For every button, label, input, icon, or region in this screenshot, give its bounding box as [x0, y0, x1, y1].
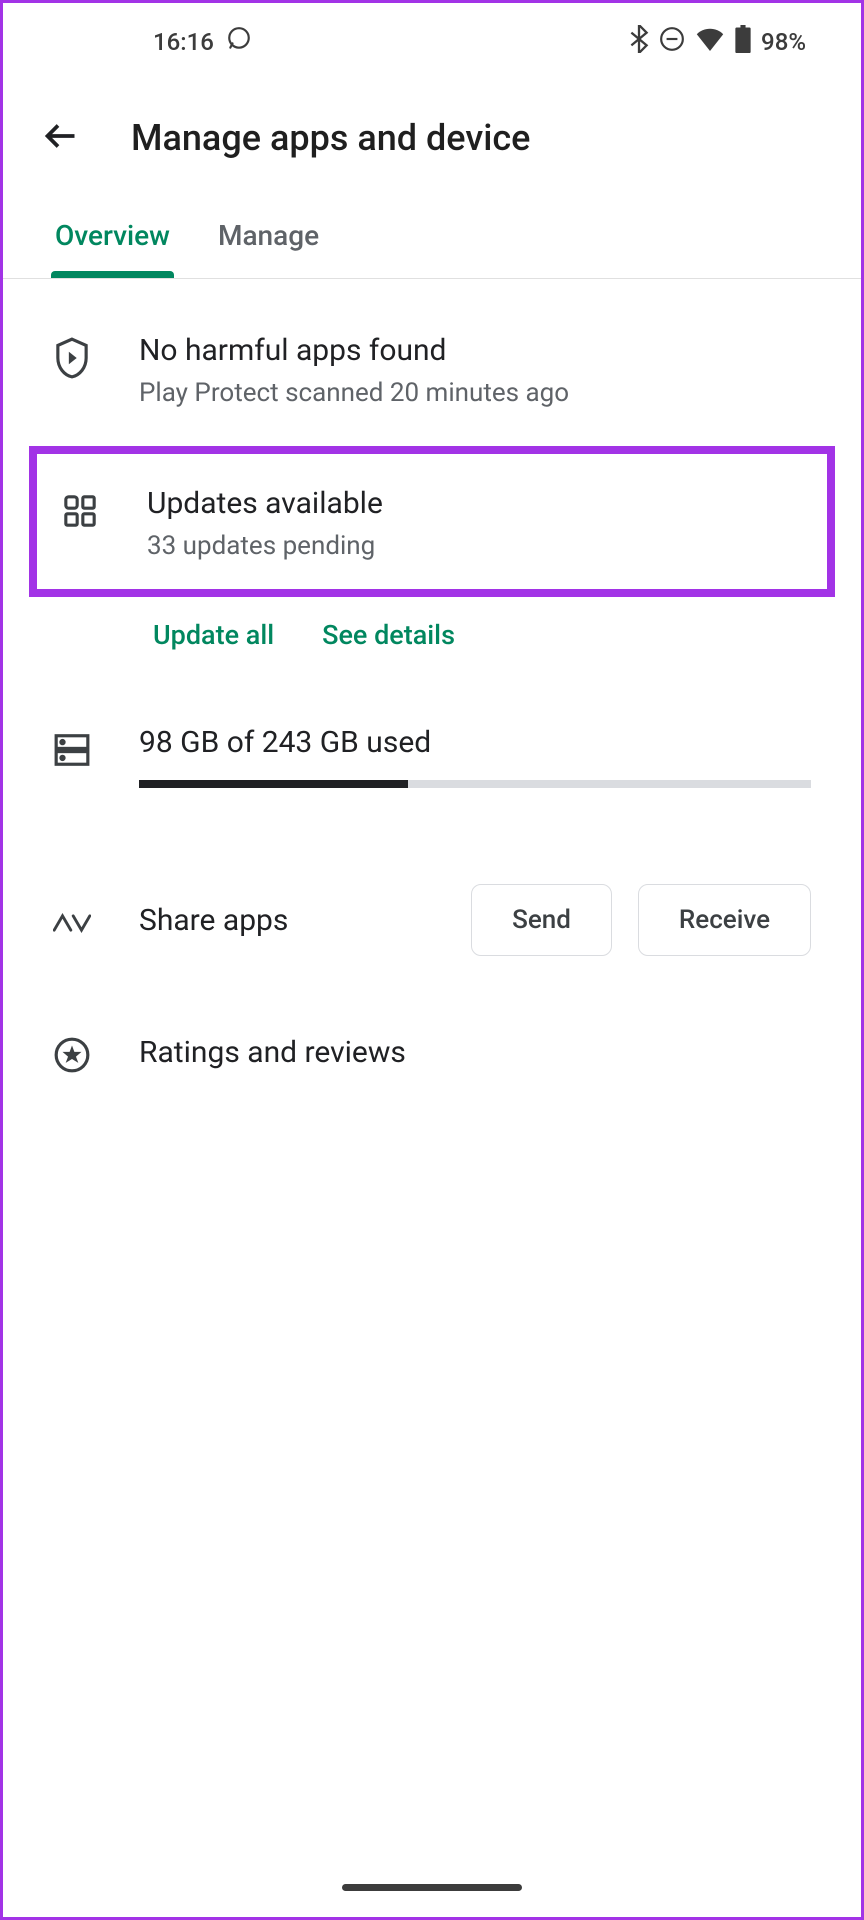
share-title: Share apps	[139, 903, 423, 938]
content: No harmful apps found Play Protect scann…	[3, 279, 861, 1074]
storage-title: 98 GB of 243 GB used	[139, 725, 811, 760]
updates-title: Updates available	[147, 486, 803, 521]
ratings-title: Ratings and reviews	[139, 1035, 406, 1070]
status-time: 16:16	[153, 28, 214, 56]
update-actions: Update all See details	[3, 597, 861, 651]
play-protect-section[interactable]: No harmful apps found Play Protect scann…	[3, 333, 861, 408]
app-header: Manage apps and device	[3, 81, 861, 195]
storage-progress-fill	[139, 780, 408, 788]
back-arrow-icon[interactable]	[43, 118, 79, 158]
protect-subtitle: Play Protect scanned 20 minutes ago	[139, 378, 811, 408]
dnd-icon	[659, 26, 685, 58]
tabs: Overview Manage	[3, 195, 861, 279]
storage-progress	[139, 780, 811, 788]
storage-section[interactable]: 98 GB of 243 GB used	[3, 651, 861, 788]
bluetooth-icon	[629, 25, 649, 59]
wifi-icon	[695, 27, 725, 57]
see-details-link[interactable]: See details	[322, 619, 455, 651]
updates-subtitle: 33 updates pending	[147, 531, 803, 561]
page-title: Manage apps and device	[131, 117, 530, 159]
share-icon	[53, 904, 91, 942]
protect-title: No harmful apps found	[139, 333, 811, 368]
receive-button[interactable]: Receive	[638, 884, 811, 956]
status-left: 16:16	[153, 26, 252, 58]
update-all-link[interactable]: Update all	[153, 619, 274, 651]
status-right: 98%	[629, 25, 806, 59]
send-button[interactable]: Send	[471, 884, 612, 956]
tab-manage[interactable]: Manage	[218, 219, 319, 278]
battery-percent: 98%	[761, 28, 806, 56]
battery-icon	[735, 25, 751, 59]
updates-section[interactable]: Updates available 33 updates pending	[61, 486, 803, 561]
tab-overview[interactable]: Overview	[55, 219, 170, 278]
shield-play-icon	[53, 339, 91, 377]
star-circle-icon	[53, 1036, 91, 1074]
apps-grid-icon	[61, 492, 99, 530]
updates-highlight: Updates available 33 updates pending	[29, 446, 835, 597]
share-section: Share apps Send Receive	[3, 788, 861, 956]
status-bar: 16:16	[3, 3, 861, 81]
storage-icon	[53, 731, 91, 769]
ratings-section[interactable]: Ratings and reviews	[3, 956, 861, 1074]
whatsapp-icon	[226, 26, 252, 58]
navigation-bar[interactable]	[342, 1884, 522, 1891]
